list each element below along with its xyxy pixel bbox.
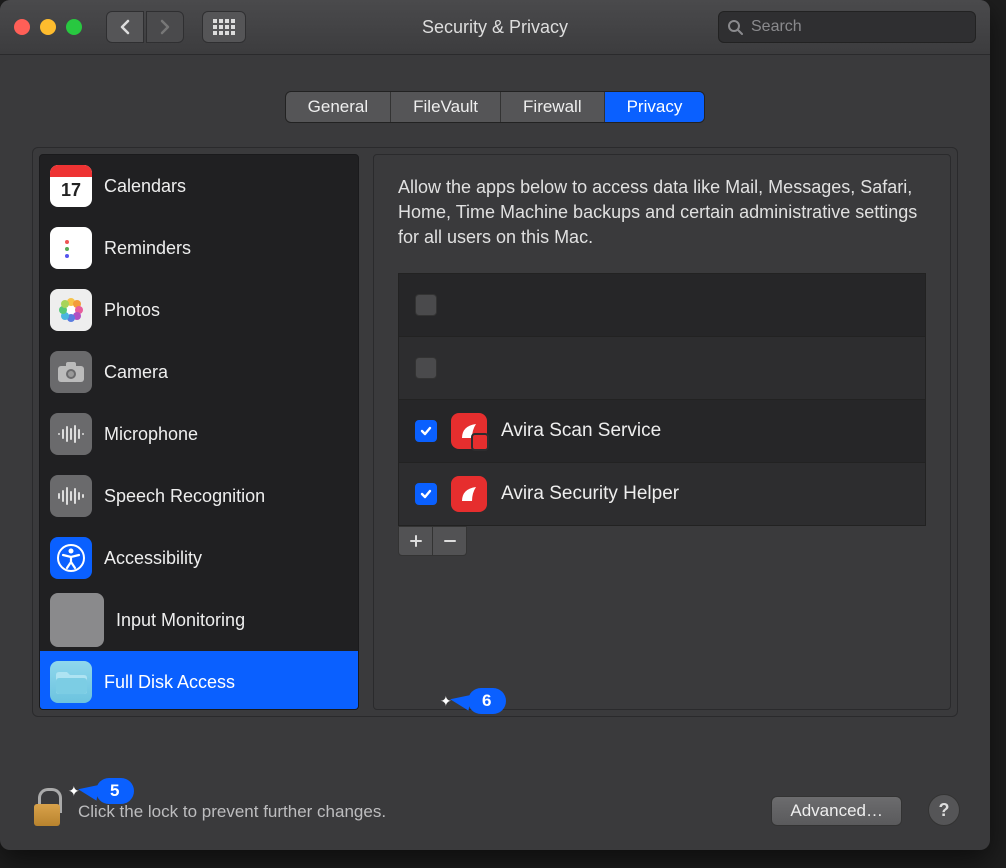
accessibility-icon <box>50 537 92 579</box>
minimize-window-button[interactable] <box>40 19 56 35</box>
minus-icon <box>443 534 457 548</box>
folder-icon <box>50 661 92 703</box>
sidebar-item-label: Reminders <box>104 238 191 259</box>
sidebar-item-label: Photos <box>104 300 160 321</box>
lock-body-icon <box>34 804 60 826</box>
sidebar-item-microphone[interactable]: Microphone <box>40 403 358 465</box>
sidebar-item-label: Speech Recognition <box>104 486 265 507</box>
tab-filevault[interactable]: FileVault <box>391 92 501 122</box>
sidebar-item-calendars[interactable]: 17 Calendars <box>40 155 358 217</box>
footer: Click the lock to prevent further change… <box>30 786 960 826</box>
tab-firewall[interactable]: Firewall <box>501 92 605 122</box>
search-field[interactable] <box>718 11 976 43</box>
app-row[interactable] <box>399 274 925 337</box>
nav-buttons <box>106 11 184 43</box>
close-window-button[interactable] <box>14 19 30 35</box>
sidebar-item-label: Input Monitoring <box>116 610 245 631</box>
sidebar-item-reminders[interactable]: Reminders <box>40 217 358 279</box>
privacy-category-list[interactable]: 17 Calendars Reminders Photos <box>39 154 359 710</box>
sidebar-item-camera[interactable]: Camera <box>40 341 358 403</box>
sidebar-item-photos[interactable]: Photos <box>40 279 358 341</box>
advanced-button[interactable]: Advanced… <box>771 796 902 826</box>
sidebar-item-speech-recognition[interactable]: Speech Recognition <box>40 465 358 527</box>
window-controls <box>14 19 82 35</box>
tab-privacy[interactable]: Privacy <box>605 92 705 122</box>
app-row-avira-security-helper[interactable]: Avira Security Helper <box>399 463 925 525</box>
calendar-icon: 17 <box>50 165 92 207</box>
description-text: Allow the apps below to access data like… <box>398 175 926 251</box>
zoom-window-button[interactable] <box>66 19 82 35</box>
camera-icon <box>50 351 92 393</box>
sidebar-item-label: Microphone <box>104 424 198 445</box>
app-checkbox[interactable] <box>415 483 437 505</box>
remove-app-button[interactable] <box>433 526 467 556</box>
help-button[interactable]: ? <box>928 794 960 826</box>
sidebar-item-label: Camera <box>104 362 168 383</box>
sidebar-item-input-monitoring[interactable]: Input Monitoring <box>40 589 358 651</box>
waveform-icon <box>50 475 92 517</box>
plus-icon <box>409 534 423 548</box>
app-checkbox[interactable] <box>415 357 437 379</box>
grid-icon <box>213 19 235 35</box>
lock-button[interactable] <box>30 786 64 826</box>
avira-config-icon <box>451 413 487 449</box>
segmented-control: General FileVault Firewall Privacy <box>285 91 706 123</box>
add-app-button[interactable] <box>398 526 433 556</box>
app-checkbox[interactable] <box>415 294 437 316</box>
full-disk-access-detail: Allow the apps below to access data like… <box>373 154 951 710</box>
show-all-button[interactable] <box>202 11 246 43</box>
app-access-list[interactable]: Avira Scan Service Avira Security Helper <box>398 273 926 526</box>
tab-general[interactable]: General <box>286 92 391 122</box>
check-icon <box>419 424 433 438</box>
sidebar-item-full-disk-access[interactable]: Full Disk Access <box>40 651 358 710</box>
photos-icon <box>50 289 92 331</box>
security-privacy-window: Security & Privacy General FileVault Fir… <box>0 0 990 850</box>
keyboard-icon <box>50 593 104 647</box>
search-input[interactable] <box>749 17 967 37</box>
sidebar-item-accessibility[interactable]: Accessibility <box>40 527 358 589</box>
tab-bar: General FileVault Firewall Privacy <box>0 91 990 123</box>
app-name-label: Avira Security Helper <box>501 483 679 505</box>
sidebar-item-label: Accessibility <box>104 548 202 569</box>
check-icon <box>419 487 433 501</box>
sidebar-item-label: Calendars <box>104 176 186 197</box>
add-remove-bar <box>398 526 926 556</box>
chevron-right-icon <box>159 19 171 35</box>
reminders-icon <box>50 227 92 269</box>
back-button[interactable] <box>106 11 144 43</box>
microphone-icon <box>50 413 92 455</box>
chevron-left-icon <box>119 19 131 35</box>
sidebar-item-label: Full Disk Access <box>104 672 235 693</box>
privacy-panel: 17 Calendars Reminders Photos <box>32 147 958 717</box>
app-checkbox[interactable] <box>415 420 437 442</box>
app-row-avira-scan-service[interactable]: Avira Scan Service <box>399 400 925 463</box>
app-row[interactable] <box>399 337 925 400</box>
app-name-label: Avira Scan Service <box>501 420 661 442</box>
titlebar: Security & Privacy <box>0 0 990 55</box>
lock-hint-text: Click the lock to prevent further change… <box>78 802 386 826</box>
avira-icon <box>451 476 487 512</box>
forward-button[interactable] <box>146 11 184 43</box>
search-icon <box>727 19 743 35</box>
